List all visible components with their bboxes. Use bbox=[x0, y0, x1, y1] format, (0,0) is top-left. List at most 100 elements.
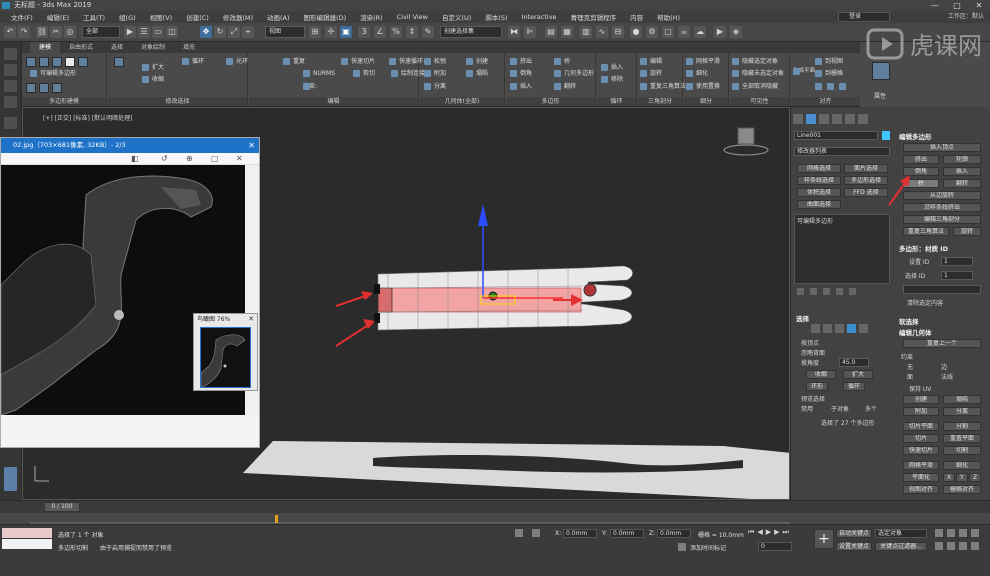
vertex-mode-icon[interactable] bbox=[26, 57, 36, 67]
msmooth-geom-button[interactable]: 网格平滑 bbox=[903, 461, 939, 470]
x-coord-field[interactable]: 0.0mm bbox=[563, 529, 597, 538]
remove-modifier-icon[interactable] bbox=[836, 288, 843, 295]
mirror-icon[interactable]: ⧓ bbox=[508, 26, 520, 38]
list-view-icon[interactable] bbox=[4, 117, 17, 129]
selection-rollout-title[interactable]: 选择 bbox=[796, 313, 809, 323]
outline-button[interactable]: 轮廓 bbox=[943, 155, 981, 164]
toggle-ribbon-icon[interactable]: ▥ bbox=[580, 26, 592, 38]
ring-button[interactable]: 光环 bbox=[226, 57, 248, 66]
zoom-extents-all-icon[interactable] bbox=[971, 529, 979, 537]
grow-button[interactable]: 扩大 bbox=[142, 63, 164, 72]
spinner-snap-icon[interactable]: ⇕ bbox=[406, 26, 418, 38]
menu-modifiers[interactable]: 修改器(M) bbox=[216, 12, 260, 22]
detach-geom-button[interactable]: 分离 bbox=[943, 407, 981, 416]
menu-clip-program[interactable]: 菁理克剪辑程序 bbox=[564, 12, 624, 22]
split-checkbox[interactable]: 分割 bbox=[943, 422, 981, 431]
make-planar-button[interactable]: 生成平面 bbox=[793, 67, 815, 76]
menu-scripting[interactable]: 脚本(S) bbox=[478, 12, 514, 22]
pin-stack-icon[interactable] bbox=[797, 288, 804, 295]
extrude-poly-button[interactable]: 挤出 bbox=[903, 155, 939, 164]
show-end-result-toggle-icon[interactable] bbox=[810, 288, 817, 295]
rendered-frame-window-icon[interactable]: ▢ bbox=[662, 26, 674, 38]
shrink-sel-button[interactable]: 收缩 bbox=[806, 370, 836, 379]
nurms-button[interactable]: NURMS bbox=[303, 69, 335, 78]
collapse-geom-button[interactable]: 塌陷 bbox=[943, 395, 981, 404]
angle-snap-icon[interactable]: ∠ bbox=[374, 26, 386, 38]
preview-subobject-radio[interactable]: 子对象 bbox=[831, 404, 849, 413]
relax-button[interactable]: 松弛 bbox=[424, 57, 446, 66]
go-to-start-icon[interactable]: ⏮ bbox=[748, 528, 754, 537]
menu-edit[interactable]: 编辑(E) bbox=[40, 12, 76, 22]
key-filters-button[interactable]: 关键点过滤器... bbox=[875, 542, 927, 551]
time-slider[interactable]: 0 / 100 bbox=[0, 500, 990, 513]
modify-tab-icon[interactable] bbox=[806, 114, 816, 124]
zoom-all-icon[interactable] bbox=[947, 529, 955, 537]
keyboard-shortcut-override-icon[interactable]: ▣ bbox=[340, 26, 352, 38]
quickslice-button[interactable]: 快速切片 bbox=[341, 57, 375, 66]
preview-select-icon[interactable] bbox=[114, 57, 124, 67]
select-object-icon[interactable]: ▶ bbox=[124, 26, 136, 38]
make-unique-icon[interactable] bbox=[823, 288, 830, 295]
surf-select-button[interactable]: 曲面选择 bbox=[797, 200, 841, 209]
sub-vertex-icon[interactable] bbox=[811, 324, 820, 333]
shrink-button[interactable]: 收缩 bbox=[142, 75, 164, 84]
select-by-name-icon[interactable]: ☰ bbox=[138, 26, 150, 38]
menu-customize[interactable]: 自定义(U) bbox=[435, 12, 478, 22]
menu-content[interactable]: 内容 bbox=[623, 12, 650, 22]
sub-edge-icon[interactable] bbox=[823, 324, 832, 333]
spline-select-button[interactable]: 样条线选择 bbox=[797, 176, 841, 185]
navigator-panel[interactable]: 鸟瞰图 76% ✕ bbox=[193, 313, 258, 391]
clear-selection-checkbox[interactable]: 清除选定内容 bbox=[907, 298, 943, 307]
make-planar-geom-button[interactable]: 平面化 bbox=[903, 473, 939, 482]
viewer-prev-icon[interactable]: ◧ bbox=[131, 154, 139, 163]
image-viewer-window[interactable]: 02.jpg（703×681像素, 32KB）- 2/3 ✕ ◧ ↺ ⊕ ▢ ✕ bbox=[0, 137, 260, 448]
current-frame-field[interactable]: 0 bbox=[758, 542, 792, 551]
zoom-icon[interactable] bbox=[935, 529, 943, 537]
redo-icon[interactable]: ↷ bbox=[18, 26, 30, 38]
angle-value-field[interactable]: 45.0 bbox=[839, 358, 869, 367]
meshsmooth-button[interactable]: 网格平滑 bbox=[686, 57, 720, 66]
sub-element-icon[interactable] bbox=[859, 324, 868, 333]
align-y-button[interactable]: Y bbox=[827, 82, 834, 91]
loop-insert-button[interactable]: 插入 bbox=[601, 63, 623, 72]
select-id-field[interactable]: 1 bbox=[941, 271, 973, 280]
render-iterative-icon[interactable]: ▶ bbox=[714, 26, 726, 38]
bevel-button[interactable]: 倒角 bbox=[510, 69, 532, 78]
toggle-layer-explorer-icon[interactable]: ▦ bbox=[561, 26, 573, 38]
ffd-select-button[interactable]: FFD 选择 bbox=[844, 188, 888, 197]
prev-frame-icon[interactable]: ◀ bbox=[757, 528, 762, 537]
swift-loop-button[interactable]: 快速循环 bbox=[389, 57, 423, 66]
sub-border-icon[interactable] bbox=[835, 324, 844, 333]
modifier-stack-icon[interactable] bbox=[26, 83, 36, 93]
unhide-all-button[interactable]: 全部取消隐藏 bbox=[732, 82, 778, 91]
menu-rendering[interactable]: 渲染(R) bbox=[353, 12, 390, 22]
object-name-field[interactable]: Line001 bbox=[794, 131, 878, 140]
attach-geom-button[interactable]: 附加 bbox=[903, 407, 939, 416]
material-name-dropdown[interactable] bbox=[903, 285, 981, 294]
menu-graph-editors[interactable]: 图形编辑器(D) bbox=[297, 12, 354, 22]
render-setup-icon[interactable]: ⚙ bbox=[646, 26, 658, 38]
unlink-icon[interactable]: ✂ bbox=[50, 26, 62, 38]
menu-help[interactable]: 帮助(H) bbox=[650, 12, 687, 22]
add-time-tag-icon[interactable] bbox=[678, 543, 686, 551]
navigator-thumbnail[interactable] bbox=[200, 327, 251, 388]
add-time-tag-text[interactable]: 添加时间标记 bbox=[690, 543, 726, 552]
inset-button[interactable]: 插入 bbox=[510, 82, 532, 91]
poly-select-button[interactable]: 多边形选择 bbox=[844, 176, 888, 185]
align-icon[interactable]: ⊫ bbox=[524, 26, 536, 38]
isolate-selection-icon[interactable] bbox=[515, 529, 523, 537]
maximize-button[interactable]: □ bbox=[946, 0, 968, 11]
track-bar[interactable] bbox=[0, 513, 990, 524]
display-tab-icon[interactable] bbox=[845, 114, 855, 124]
snaps-toggle-icon[interactable]: 3 bbox=[358, 26, 370, 38]
by-angle-checkbox[interactable]: 按角度 bbox=[801, 358, 819, 367]
edit-triangulation-button[interactable]: 编辑三角剖分 bbox=[903, 215, 981, 224]
a360-gallery-icon[interactable]: ◈ bbox=[730, 26, 742, 38]
menu-tools[interactable]: 工具(T) bbox=[76, 12, 112, 22]
minimize-button[interactable]: — bbox=[924, 0, 946, 11]
undo-icon[interactable]: ↶ bbox=[4, 26, 16, 38]
element-mode-icon[interactable] bbox=[78, 57, 88, 67]
slice-plane-button[interactable]: 切片平面 bbox=[903, 422, 939, 431]
create-button[interactable]: 创建 bbox=[466, 57, 488, 66]
constraint-none-radio[interactable]: 无 bbox=[907, 362, 913, 371]
